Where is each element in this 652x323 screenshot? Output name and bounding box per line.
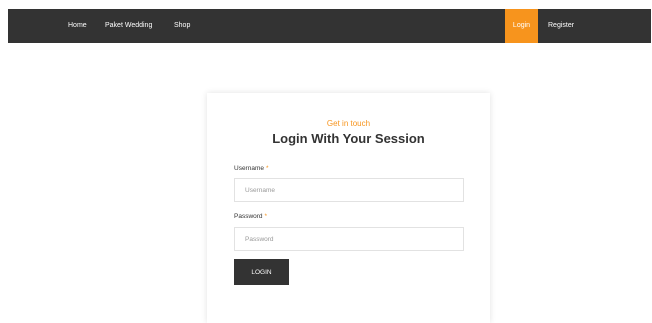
form-title: Login With Your Session [272, 131, 425, 146]
required-marker: * [265, 165, 269, 172]
login-button[interactable]: LOGIN [234, 259, 289, 285]
nav-paket-wedding-link[interactable]: Paket Wedding [99, 9, 158, 43]
required-marker: * [264, 213, 268, 220]
login-card: Get in touch Login With Your Session Use… [207, 93, 490, 323]
password-input[interactable] [234, 227, 464, 251]
nav-shop-link[interactable]: Shop [168, 9, 196, 43]
username-input[interactable] [234, 178, 464, 202]
username-label-text: Username [234, 165, 264, 172]
nav-register-link[interactable]: Register [542, 9, 580, 43]
nav-home-link[interactable]: Home [62, 9, 93, 43]
password-label-text: Password [234, 213, 263, 220]
password-label: Password * [234, 213, 267, 220]
nav-login-link[interactable]: Login [505, 9, 538, 43]
top-navbar: Home Paket Wedding Shop Login Register [8, 9, 651, 43]
form-eyebrow: Get in touch [326, 119, 371, 128]
username-label: Username * [234, 165, 269, 172]
